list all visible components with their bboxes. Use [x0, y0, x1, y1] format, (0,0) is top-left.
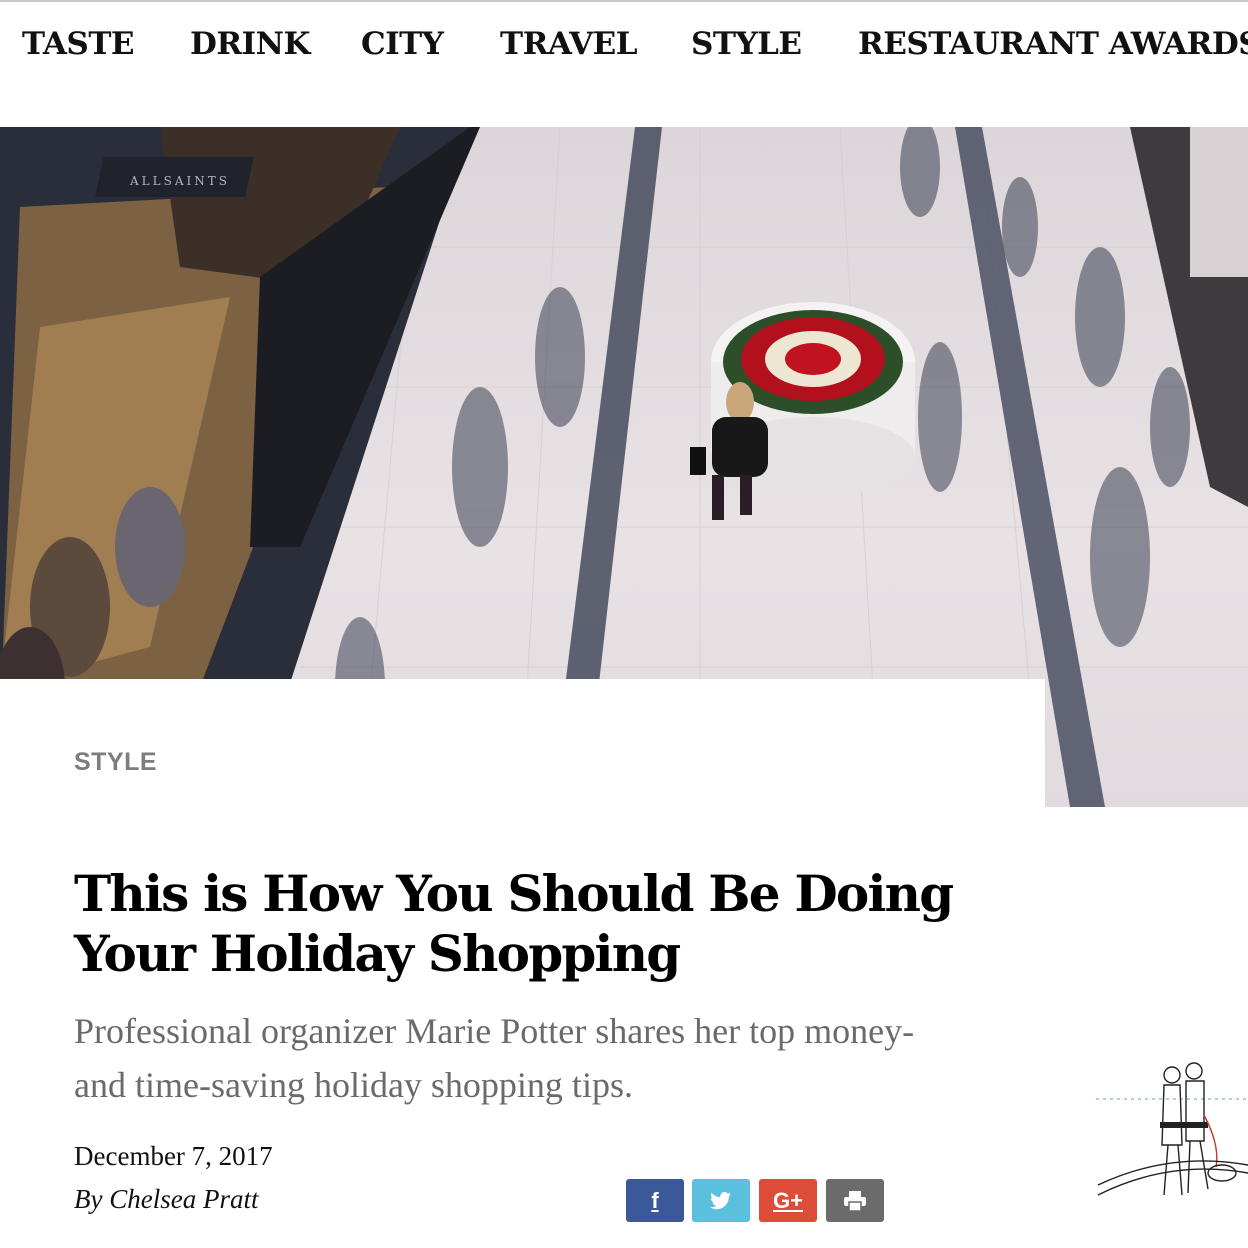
nav-item-city[interactable]: CITY [361, 26, 444, 62]
article-dek: Professional organizer Marie Potter shar… [74, 1011, 915, 1105]
main-nav: TASTE DRINK CITY TRAVEL STYLE RESTAURANT… [0, 2, 1248, 88]
couple-walking-sketch [1096, 1062, 1248, 1196]
category-label[interactable]: STYLE [74, 748, 157, 777]
share-googleplus-button[interactable]: G+ [759, 1179, 817, 1222]
print-button[interactable] [826, 1179, 884, 1222]
twitter-icon [710, 1191, 731, 1209]
author-byline[interactable]: By Chelsea Pratt [74, 1184, 258, 1215]
nav-item-drink[interactable]: DRINK [190, 26, 310, 62]
share-facebook-button[interactable]: f [626, 1179, 684, 1222]
facebook-icon: f [651, 1187, 659, 1213]
article-headline: This is How You Should Be Doing Your Hol… [74, 864, 954, 983]
nav-item-restaurant-awards[interactable]: RESTAURANT AWARDS [858, 26, 1248, 62]
publish-date: December 7, 2017 [74, 1141, 273, 1171]
printer-icon [844, 1190, 866, 1211]
googleplus-icon: G+ [773, 1187, 803, 1213]
nav-item-taste[interactable]: TASTE [22, 26, 135, 62]
share-twitter-button[interactable] [692, 1179, 750, 1222]
store-sign: ALLSAINTS [129, 174, 230, 188]
nav-item-style[interactable]: STYLE [691, 26, 802, 62]
nav-item-travel[interactable]: TRAVEL [500, 26, 638, 62]
